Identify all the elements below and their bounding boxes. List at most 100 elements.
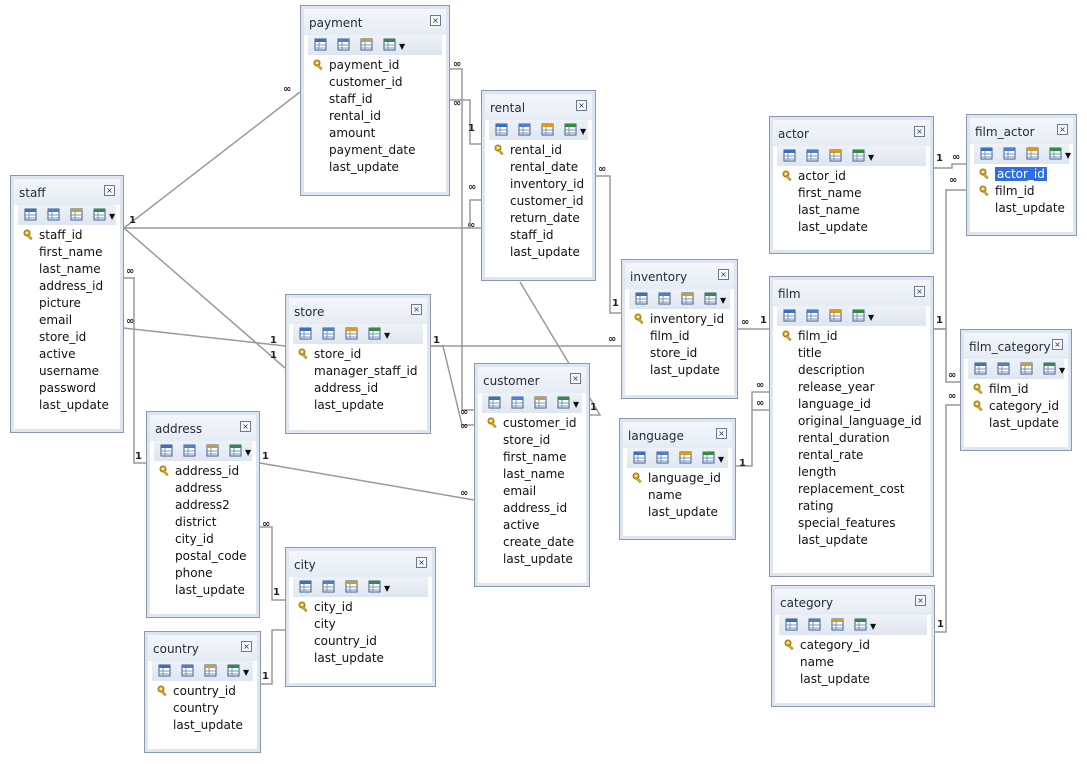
close-icon[interactable]: × (430, 15, 441, 26)
field-row[interactable]: original_language_id (777, 413, 926, 430)
table-film-actor[interactable]: film_actor × ▼ actor_id film_id last_update (966, 114, 1077, 236)
close-icon[interactable]: × (914, 126, 925, 137)
close-icon[interactable]: × (240, 421, 251, 432)
field-row[interactable]: special_features (777, 515, 926, 532)
field-row[interactable]: country (152, 700, 253, 717)
table-city[interactable]: city × ▼ city_id city country_id last_update (285, 547, 436, 687)
table-header[interactable]: film_category × (964, 333, 1068, 359)
field-row[interactable]: store_id (482, 432, 582, 449)
insert-icon[interactable] (368, 326, 382, 340)
field-row[interactable]: language_id (777, 396, 926, 413)
primary-key-field[interactable]: category_id (968, 398, 1064, 415)
field-row[interactable]: email (482, 483, 582, 500)
table-header[interactable]: staff × (14, 179, 120, 205)
field-row[interactable]: payment_date (308, 142, 442, 159)
field-row[interactable]: last_update (18, 397, 116, 414)
field-row[interactable]: customer_id (489, 193, 588, 210)
grid-view-icon[interactable] (158, 663, 172, 677)
field-row[interactable]: staff_id (489, 227, 588, 244)
close-icon[interactable]: × (411, 304, 422, 315)
field-row[interactable]: address2 (154, 497, 252, 514)
grid-view-icon[interactable] (24, 207, 38, 221)
key-table-icon[interactable] (345, 579, 359, 593)
key-table-icon[interactable] (829, 148, 843, 162)
close-icon[interactable]: × (104, 185, 115, 196)
field-row[interactable]: picture (18, 295, 116, 312)
chevron-down-icon[interactable]: ▼ (384, 331, 390, 340)
field-row[interactable]: email (18, 312, 116, 329)
field-row[interactable]: return_date (489, 210, 588, 227)
field-row[interactable]: first_name (18, 244, 116, 261)
field-row[interactable]: last_name (482, 466, 582, 483)
chevron-down-icon[interactable]: ▼ (399, 42, 405, 51)
key-table-icon[interactable] (206, 443, 220, 457)
columns-icon[interactable] (322, 579, 336, 593)
field-row[interactable]: store_id (629, 345, 730, 362)
columns-icon[interactable] (806, 308, 820, 322)
close-icon[interactable]: × (576, 100, 587, 111)
close-icon[interactable]: × (915, 595, 926, 606)
close-icon[interactable]: × (570, 373, 581, 384)
table-country[interactable]: country × ▼ country_id country last_update (144, 631, 261, 753)
field-row[interactable]: rental_date (489, 159, 588, 176)
chevron-down-icon[interactable]: ▼ (868, 153, 874, 162)
field-row[interactable]: username (18, 363, 116, 380)
close-icon[interactable]: × (716, 428, 727, 439)
chevron-down-icon[interactable]: ▼ (720, 296, 726, 305)
table-header[interactable]: payment × (304, 9, 446, 35)
columns-icon[interactable] (997, 361, 1011, 375)
grid-view-icon[interactable] (783, 308, 797, 322)
columns-icon[interactable] (183, 443, 197, 457)
key-table-icon[interactable] (831, 617, 845, 631)
field-row[interactable]: address_id (293, 380, 423, 397)
primary-key-field[interactable]: language_id (627, 470, 728, 487)
table-category[interactable]: category × ▼ category_id name last_update (771, 585, 935, 707)
grid-view-icon[interactable] (495, 122, 509, 136)
key-table-icon[interactable] (70, 207, 84, 221)
insert-icon[interactable] (1043, 361, 1057, 375)
grid-view-icon[interactable] (980, 146, 994, 160)
grid-view-icon[interactable] (299, 326, 313, 340)
table-store[interactable]: store × ▼ store_id manager_staff_id address_i… (285, 294, 431, 434)
insert-icon[interactable] (368, 579, 382, 593)
table-film[interactable]: film × ▼ film_id title description release_yea… (769, 276, 934, 577)
field-row[interactable]: active (18, 346, 116, 363)
insert-icon[interactable] (702, 450, 716, 464)
field-row[interactable]: film_id (629, 328, 730, 345)
close-icon[interactable]: × (914, 286, 925, 297)
key-table-icon[interactable] (345, 326, 359, 340)
key-table-icon[interactable] (360, 37, 374, 51)
primary-key-field[interactable]: category_id (779, 637, 927, 654)
field-row[interactable]: address_id (482, 500, 582, 517)
field-row[interactable]: active (482, 517, 582, 534)
field-row[interactable]: last_update (152, 717, 253, 734)
chevron-down-icon[interactable]: ▼ (384, 584, 390, 593)
table-header[interactable]: store × (289, 298, 427, 324)
table-header[interactable]: language × (623, 422, 732, 448)
primary-key-field[interactable]: customer_id (482, 415, 582, 432)
chevron-down-icon[interactable]: ▼ (580, 127, 586, 136)
field-row[interactable]: first_name (777, 185, 926, 202)
field-row[interactable]: customer_id (308, 74, 442, 91)
key-table-icon[interactable] (541, 122, 555, 136)
primary-key-field[interactable]: store_id (293, 346, 423, 363)
key-table-icon[interactable] (681, 291, 695, 305)
table-header[interactable]: rental × (485, 94, 592, 120)
insert-icon[interactable] (564, 122, 578, 136)
field-row[interactable]: address_id (18, 278, 116, 295)
chevron-down-icon[interactable]: ▼ (109, 212, 115, 221)
field-row[interactable]: replacement_cost (777, 481, 926, 498)
key-table-icon[interactable] (679, 450, 693, 464)
field-row[interactable]: store_id (18, 329, 116, 346)
grid-view-icon[interactable] (785, 617, 799, 631)
grid-view-icon[interactable] (783, 148, 797, 162)
table-actor[interactable]: actor × ▼ actor_id first_name last_name last_u… (769, 116, 934, 254)
primary-key-field[interactable]: film_id (777, 328, 926, 345)
table-rental[interactable]: rental × ▼ rental_id rental_date inventory_id… (481, 90, 596, 281)
field-row[interactable]: last_update (629, 362, 730, 379)
field-row[interactable]: last_update (777, 219, 926, 236)
field-row[interactable]: last_update (779, 671, 927, 688)
field-row[interactable]: last_update (293, 650, 428, 667)
chevron-down-icon[interactable]: ▼ (245, 448, 251, 457)
table-language[interactable]: language × ▼ language_id name last_update (619, 418, 736, 540)
